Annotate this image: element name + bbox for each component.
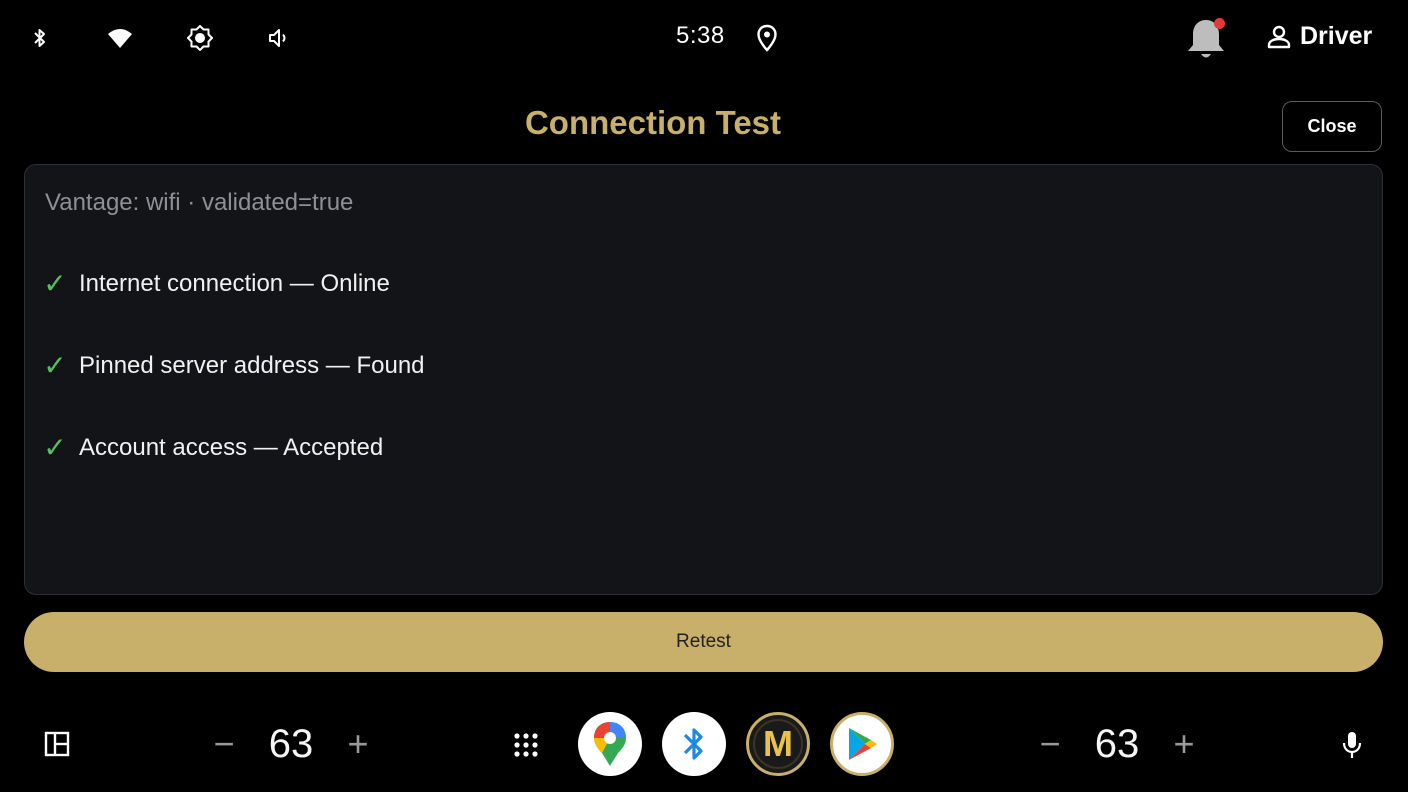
check-text: Pinned server address — Found <box>79 351 425 379</box>
profile-label: Driver <box>1300 22 1373 50</box>
split-screen-icon[interactable] <box>44 731 70 757</box>
retest-button[interactable]: Retest <box>24 612 1383 672</box>
clock: 5:38 <box>676 22 725 49</box>
right-volume-plus-button[interactable]: + <box>1166 726 1202 762</box>
bluetooth-icon[interactable] <box>26 24 54 52</box>
check-row-account: ✓ Account access — Accepted <box>43 431 383 464</box>
person-icon <box>1267 25 1291 48</box>
left-volume-plus-button[interactable]: + <box>340 726 376 762</box>
maps-app-icon[interactable] <box>578 712 642 776</box>
check-text: Internet connection — Online <box>79 269 390 297</box>
left-volume-minus-button[interactable]: − <box>206 726 242 762</box>
volume-icon[interactable] <box>266 24 294 52</box>
bluetooth-app-icon[interactable] <box>662 712 726 776</box>
page-title: Connection Test <box>524 104 782 141</box>
left-volume-value: 63 <box>268 722 314 766</box>
check-row-server: ✓ Pinned server address — Found <box>43 349 425 382</box>
wifi-icon[interactable] <box>106 24 134 52</box>
right-volume-minus-button[interactable]: − <box>1032 726 1068 762</box>
screen: 5:38 Driver Connection Test Close Vantag… <box>0 0 1408 792</box>
check-icon: ✓ <box>43 350 67 381</box>
check-icon: ✓ <box>43 432 67 463</box>
check-icon: ✓ <box>43 268 67 299</box>
check-text: Account access — Accepted <box>79 433 384 461</box>
m-app-letter: M <box>763 723 793 764</box>
profile-button[interactable]: Driver <box>1266 22 1372 51</box>
notification-dot <box>1214 18 1225 29</box>
app-grid-icon[interactable] <box>512 731 540 759</box>
results-panel: Vantage: wifi · validated=true ✓ Interne… <box>24 164 1383 595</box>
vantage-text: Vantage: wifi · validated=true <box>45 189 354 216</box>
microphone-icon[interactable] <box>1340 730 1364 760</box>
right-volume-value: 63 <box>1094 722 1140 766</box>
check-row-internet: ✓ Internet connection — Online <box>43 267 390 300</box>
brightness-icon[interactable] <box>186 24 214 52</box>
close-button[interactable]: Close <box>1282 101 1382 152</box>
m-app-icon[interactable]: M <box>746 712 810 776</box>
play-store-app-icon[interactable] <box>830 712 894 776</box>
location-icon <box>753 24 781 52</box>
